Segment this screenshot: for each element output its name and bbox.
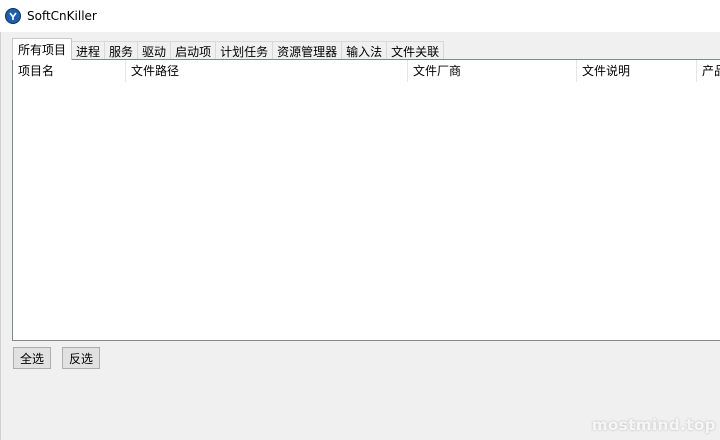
tab-services[interactable]: 服务 bbox=[104, 41, 139, 60]
column-header-file-description[interactable]: 文件说明 bbox=[577, 60, 697, 82]
watermark-text: mostmind.top bbox=[591, 416, 716, 434]
invert-selection-button[interactable]: 反选 bbox=[62, 347, 101, 369]
tab-startup[interactable]: 启动项 bbox=[170, 41, 217, 60]
select-all-button[interactable]: 全选 bbox=[13, 347, 52, 369]
column-header-file-path[interactable]: 文件路径 bbox=[126, 60, 408, 82]
column-header-item-name[interactable]: 项目名 bbox=[13, 60, 126, 82]
tab-bar: 所有项目 进程 服务 驱动 启动项 计划任务 资源管理器 输入法 文件关联 bbox=[12, 38, 445, 60]
tab-input-methods[interactable]: 输入法 bbox=[341, 41, 388, 60]
list-header: 项目名 文件路径 文件厂商 文件说明 产品 bbox=[13, 60, 720, 82]
app-logo-icon bbox=[5, 8, 21, 24]
tab-all-items[interactable]: 所有项目 bbox=[12, 38, 73, 60]
window-title: SoftCnKiller bbox=[27, 9, 97, 23]
tab-drivers[interactable]: 驱动 bbox=[137, 41, 172, 60]
window-border bbox=[0, 32, 1, 440]
tab-file-associations[interactable]: 文件关联 bbox=[386, 41, 445, 60]
items-list-view[interactable]: 项目名 文件路径 文件厂商 文件说明 产品 bbox=[12, 59, 720, 341]
column-header-product[interactable]: 产品 bbox=[697, 60, 720, 82]
tab-processes[interactable]: 进程 bbox=[71, 41, 106, 60]
tab-scheduled-tasks[interactable]: 计划任务 bbox=[215, 41, 274, 60]
action-buttons: 全选 反选 bbox=[13, 347, 111, 369]
app-window: SoftCnKiller 所有项目 进程 服务 驱动 启动项 计划任务 资源管理… bbox=[0, 0, 720, 440]
column-header-file-vendor[interactable]: 文件厂商 bbox=[408, 60, 577, 82]
tab-explorer[interactable]: 资源管理器 bbox=[272, 41, 343, 60]
title-bar[interactable]: SoftCnKiller bbox=[0, 0, 720, 32]
